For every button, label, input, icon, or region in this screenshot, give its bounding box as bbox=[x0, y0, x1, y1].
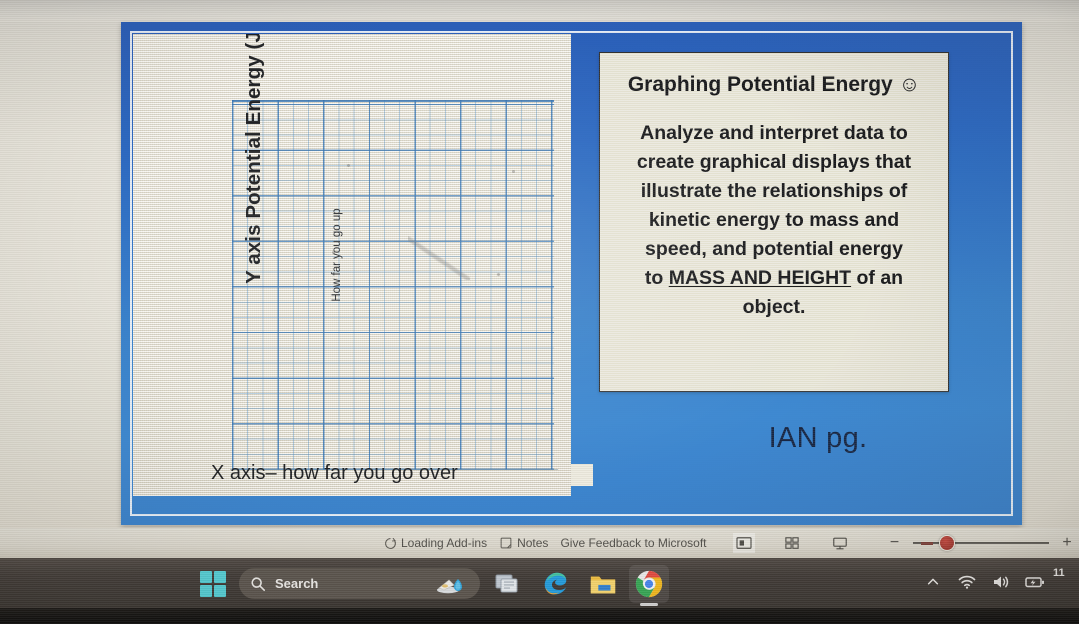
grid-top-rule bbox=[232, 100, 554, 102]
notes-button[interactable]: Notes bbox=[499, 536, 548, 550]
normal-view-button[interactable] bbox=[732, 533, 755, 553]
notes-icon bbox=[499, 536, 513, 550]
smiley-face-icon: ☺ bbox=[898, 73, 921, 96]
start-tile-2 bbox=[214, 571, 226, 583]
give-feedback-button[interactable]: Give Feedback to Microsoft bbox=[560, 536, 706, 550]
paper-speck bbox=[497, 273, 500, 276]
screen-bottom-edge bbox=[0, 608, 1079, 624]
zoom-in-button[interactable]: + bbox=[1055, 534, 1079, 552]
graph-paper-panel[interactable]: Y axis Potential Energy (J) How far you … bbox=[133, 34, 571, 496]
card-title-text: Graphing Potential Energy bbox=[627, 73, 893, 96]
card-title: Graphing Potential Energy ☺ bbox=[614, 73, 934, 97]
monitor-top-edge bbox=[0, 0, 1079, 22]
screenshot-root: Y axis Potential Energy (J) How far you … bbox=[0, 0, 1079, 624]
card-body-line-4: kinetic energy to mass and bbox=[648, 209, 900, 231]
chevron-up-icon[interactable] bbox=[923, 572, 943, 592]
y-axis-sublabel: How far you go up bbox=[331, 208, 343, 302]
ian-page-note: IAN pg. bbox=[768, 422, 868, 454]
search-input[interactable]: Search bbox=[275, 576, 318, 591]
objective-text-card[interactable]: Graphing Potential Energy ☺ Analyze and i… bbox=[599, 52, 949, 392]
card-body-line-3: illustrate the relationships of bbox=[640, 180, 908, 202]
system-tray bbox=[923, 572, 1045, 592]
graph-grid bbox=[230, 100, 559, 470]
card-body-line-6-post: of an bbox=[851, 267, 904, 289]
start-tile-1 bbox=[200, 571, 212, 583]
addins-spinner-icon bbox=[383, 536, 397, 550]
taskbar-search[interactable]: Search bbox=[239, 568, 480, 599]
card-body-line-2: create graphical displays that bbox=[636, 151, 912, 173]
battery-icon[interactable] bbox=[1025, 572, 1045, 592]
card-body-line-1: Analyze and interpret data to bbox=[640, 122, 908, 144]
start-tile-3 bbox=[200, 585, 212, 597]
taskbar-app-file-explorer[interactable] bbox=[588, 569, 618, 599]
card-body-emphasis: MASS AND HEIGHT bbox=[668, 267, 852, 289]
taskbar-clock[interactable]: 11 bbox=[1053, 566, 1079, 580]
reading-view-button[interactable] bbox=[829, 533, 851, 553]
zoom-slider-handle[interactable] bbox=[938, 535, 955, 551]
card-body-line-5: speed, and potential energy bbox=[645, 238, 903, 260]
powerpoint-slide[interactable]: Y axis Potential Energy (J) How far you … bbox=[121, 22, 1022, 525]
volume-icon[interactable] bbox=[991, 572, 1011, 592]
start-tile-4 bbox=[214, 585, 226, 597]
clock-time: 11 bbox=[1053, 567, 1065, 579]
windows-taskbar bbox=[0, 558, 1079, 608]
zoom-out-button[interactable]: − bbox=[883, 534, 907, 552]
x-axis-label: X axis– how far you go over bbox=[211, 462, 458, 484]
zoom-control[interactable]: − + bbox=[883, 534, 1079, 552]
view-switcher bbox=[732, 533, 851, 553]
start-button[interactable] bbox=[200, 571, 226, 597]
feedback-label: Give Feedback to Microsoft bbox=[560, 536, 707, 550]
slide-sorter-button[interactable] bbox=[781, 533, 803, 553]
notes-label: Notes bbox=[517, 536, 549, 550]
y-axis-label: Y axis Potential Energy (J) bbox=[242, 34, 265, 284]
zoom-slider-left-stub bbox=[920, 541, 933, 545]
taskbar-app-google-chrome[interactable] bbox=[629, 565, 669, 606]
taskbar-app-microsoft-edge[interactable] bbox=[541, 569, 571, 599]
copilot-illustration-icon[interactable] bbox=[436, 573, 470, 595]
card-body-line-6-pre: to bbox=[644, 267, 669, 289]
zoom-slider-track[interactable] bbox=[912, 535, 1049, 551]
loading-addins-label: Loading Add-ins bbox=[401, 536, 488, 550]
grid-major-lines bbox=[232, 100, 554, 470]
paper-speck bbox=[347, 164, 350, 167]
zoom-slider-rail bbox=[912, 542, 1049, 544]
loading-addins-status[interactable]: Loading Add-ins bbox=[383, 536, 487, 550]
wifi-icon[interactable] bbox=[957, 572, 977, 592]
card-body-line-7: object. bbox=[742, 296, 806, 318]
search-icon bbox=[249, 575, 267, 593]
powerpoint-status-bar: Loading Add-ins Notes Give Feedback to M… bbox=[0, 528, 1079, 558]
card-body: Analyze and interpret data to create gra… bbox=[614, 119, 934, 322]
paper-speck bbox=[512, 170, 515, 173]
taskbar-app-task-view[interactable] bbox=[492, 569, 522, 599]
panel-notch bbox=[571, 464, 593, 486]
